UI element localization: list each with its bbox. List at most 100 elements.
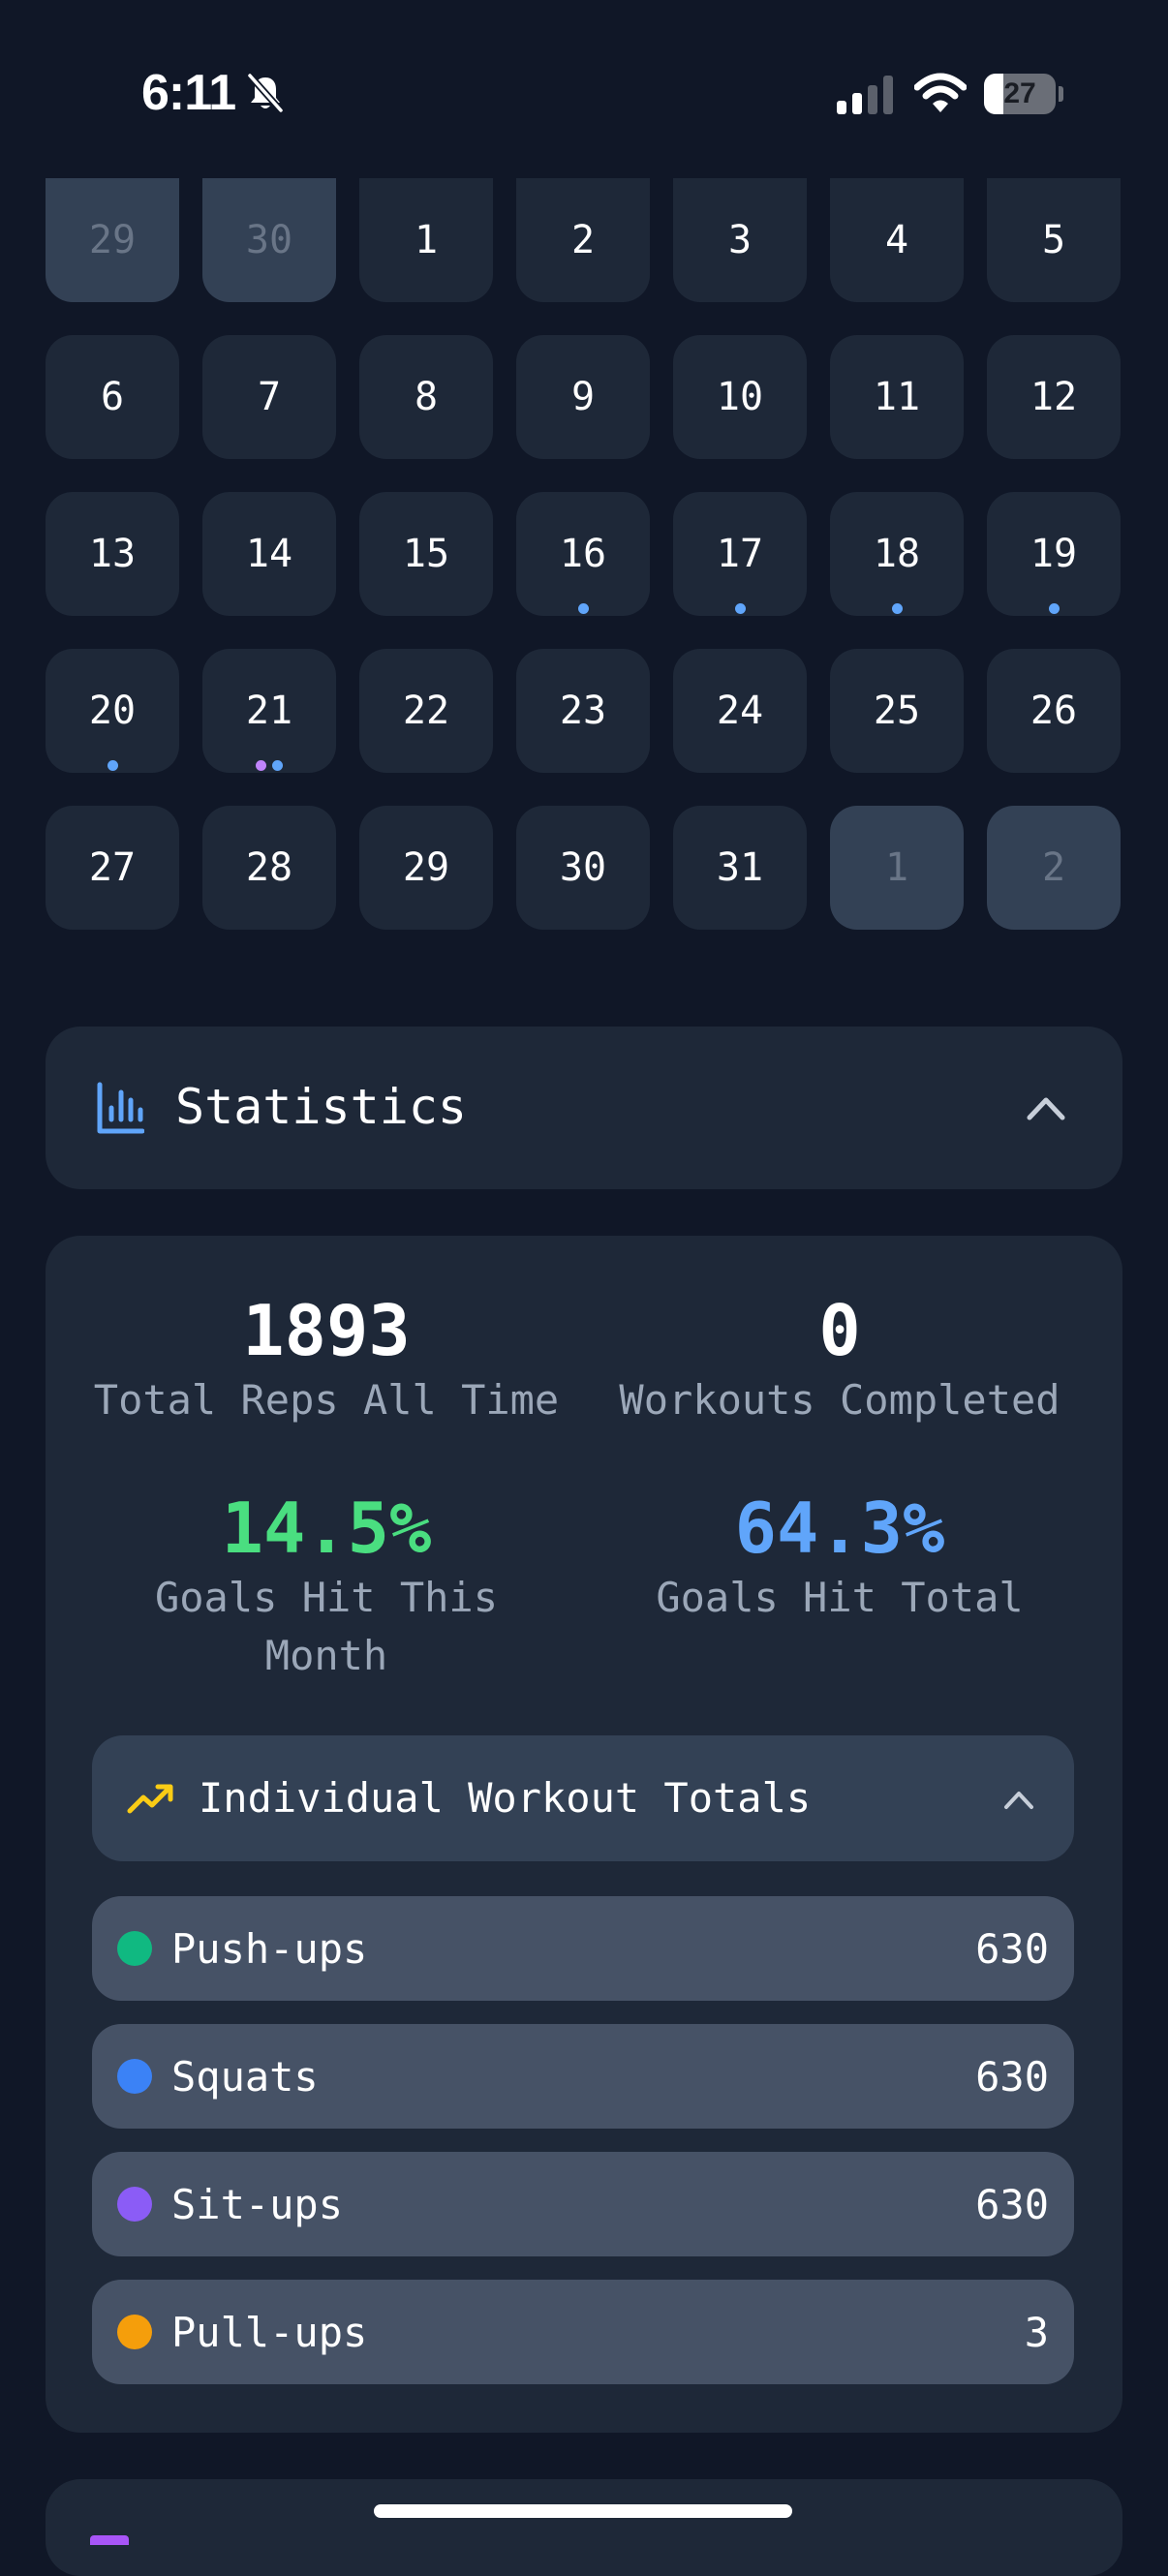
calendar-day-number: 27 xyxy=(88,845,137,890)
calendar-day-number: 19 xyxy=(1030,532,1078,576)
calendar-day[interactable]: 6 xyxy=(46,335,179,459)
calendar-day[interactable]: 15 xyxy=(359,492,493,616)
calendar-day-number: 21 xyxy=(245,689,293,733)
workout-name: Push-ups xyxy=(171,1925,368,1973)
calendar-day[interactable]: 21 xyxy=(202,649,336,773)
workout-total-value: 630 xyxy=(975,1925,1049,1973)
calendar-day[interactable]: 28 xyxy=(202,806,336,930)
calendar-day[interactable]: 22 xyxy=(359,649,493,773)
calendar-day[interactable]: 20 xyxy=(46,649,179,773)
calendar-day-number: 16 xyxy=(559,532,607,576)
calendar-day-number: 1 xyxy=(884,845,909,890)
calendar-day[interactable]: 1 xyxy=(359,178,493,302)
calendar-day[interactable]: 31 xyxy=(673,806,807,930)
calendar-day[interactable]: 1 xyxy=(830,806,964,930)
calendar-day[interactable]: 5 xyxy=(987,178,1121,302)
goals-total-value: 64.3% xyxy=(734,1487,945,1569)
calendar-day-number: 29 xyxy=(402,845,450,890)
calendar-day[interactable]: 16 xyxy=(516,492,650,616)
activity-dots xyxy=(46,760,179,771)
goals-month-label-line2: Month xyxy=(264,1632,388,1679)
calendar-day[interactable]: 9 xyxy=(516,335,650,459)
calendar-day[interactable]: 17 xyxy=(673,492,807,616)
calendar-day[interactable]: 2 xyxy=(987,806,1121,930)
workout-color-dot xyxy=(117,1931,152,1966)
activity-dots xyxy=(673,603,807,614)
total-reps-label: Total Reps All Time xyxy=(93,1376,560,1424)
calendar-day[interactable]: 19 xyxy=(987,492,1121,616)
cellular-signal-icon xyxy=(837,76,893,114)
calendar-day[interactable]: 27 xyxy=(46,806,179,930)
calendar-day-number: 31 xyxy=(716,845,764,890)
battery-icon: 27 xyxy=(984,74,1063,114)
calendar-day[interactable]: 2 xyxy=(516,178,650,302)
chevron-up-icon[interactable] xyxy=(1002,1788,1035,1811)
calendar-day-number: 2 xyxy=(570,218,596,262)
calendar-day-number: 10 xyxy=(716,375,764,419)
statistics-title: Statistics xyxy=(175,1079,468,1135)
calendar-day-number: 4 xyxy=(884,218,909,262)
activity-dot xyxy=(107,760,118,771)
calendar-day-number: 9 xyxy=(570,375,596,419)
calendar-day[interactable]: 11 xyxy=(830,335,964,459)
calendar-day-number: 29 xyxy=(88,218,137,262)
calendar-day[interactable]: 4 xyxy=(830,178,964,302)
workout-total-value: 630 xyxy=(975,2053,1049,2101)
calendar-day-number: 26 xyxy=(1030,689,1078,733)
calendar-day[interactable]: 3 xyxy=(673,178,807,302)
calendar-day[interactable]: 30 xyxy=(516,806,650,930)
next-section-card[interactable] xyxy=(46,2479,1122,2576)
calendar-day[interactable]: 10 xyxy=(673,335,807,459)
calendar-day-number: 13 xyxy=(88,532,137,576)
calendar-day[interactable]: 14 xyxy=(202,492,336,616)
statistics-header[interactable]: Statistics xyxy=(46,1027,1122,1189)
status-bar: 6:11 27 xyxy=(0,0,1168,174)
bell-muted-icon xyxy=(247,73,284,113)
calendar-day-number: 12 xyxy=(1030,375,1078,419)
activity-dots xyxy=(202,760,336,771)
activity-dots xyxy=(830,603,964,614)
wifi-icon xyxy=(914,73,967,112)
calendar-day-number: 5 xyxy=(1041,218,1066,262)
goals-total-metric: 64.3% Goals Hit Total xyxy=(578,1489,1101,1627)
workout-total-item: Pull-ups 3 xyxy=(92,2280,1074,2384)
calendar-day-number: 6 xyxy=(100,375,125,419)
calendar-day[interactable]: 25 xyxy=(830,649,964,773)
calendar-day[interactable]: 24 xyxy=(673,649,807,773)
calendar-day[interactable]: 30 xyxy=(202,178,336,302)
calendar-day-number: 11 xyxy=(873,375,921,419)
goals-month-metric: 14.5% Goals Hit This Month xyxy=(65,1489,588,1685)
calendar-day[interactable]: 8 xyxy=(359,335,493,459)
calendar-day-number: 2 xyxy=(1041,845,1066,890)
total-reps-metric: 1893 Total Reps All Time xyxy=(65,1292,588,1429)
activity-dots xyxy=(987,603,1121,614)
workout-total-value: 630 xyxy=(975,2181,1049,2228)
calendar-day[interactable]: 12 xyxy=(987,335,1121,459)
calendar-day[interactable]: 18 xyxy=(830,492,964,616)
workout-total-item: Sit-ups 630 xyxy=(92,2152,1074,2256)
calendar-day[interactable]: 26 xyxy=(987,649,1121,773)
calendar-day-number: 30 xyxy=(559,845,607,890)
workout-total-item: Push-ups 630 xyxy=(92,1896,1074,2001)
calendar-day-number: 17 xyxy=(716,532,764,576)
calendar-day[interactable]: 13 xyxy=(46,492,179,616)
calendar-day[interactable]: 7 xyxy=(202,335,336,459)
calendar-day-number: 25 xyxy=(873,689,921,733)
calendar-day-number: 22 xyxy=(402,689,450,733)
goals-month-value: 14.5% xyxy=(221,1487,432,1569)
calendar-day-number: 24 xyxy=(716,689,764,733)
section-icon xyxy=(90,2535,129,2545)
home-indicator[interactable] xyxy=(374,2504,792,2518)
activity-dot xyxy=(272,760,283,771)
calendar-day-number: 7 xyxy=(257,375,282,419)
calendar-day[interactable]: 23 xyxy=(516,649,650,773)
calendar-day-number: 23 xyxy=(559,689,607,733)
workout-name: Sit-ups xyxy=(171,2181,344,2228)
calendar-day[interactable]: 29 xyxy=(46,178,179,302)
chevron-up-icon[interactable] xyxy=(1026,1094,1066,1121)
workouts-completed-value: 0 xyxy=(818,1290,861,1371)
total-reps-value: 1893 xyxy=(242,1290,411,1371)
calendar-day[interactable]: 29 xyxy=(359,806,493,930)
individual-workout-totals-header[interactable]: Individual Workout Totals xyxy=(92,1735,1074,1861)
workouts-completed-metric: 0 Workouts Completed xyxy=(578,1292,1101,1429)
